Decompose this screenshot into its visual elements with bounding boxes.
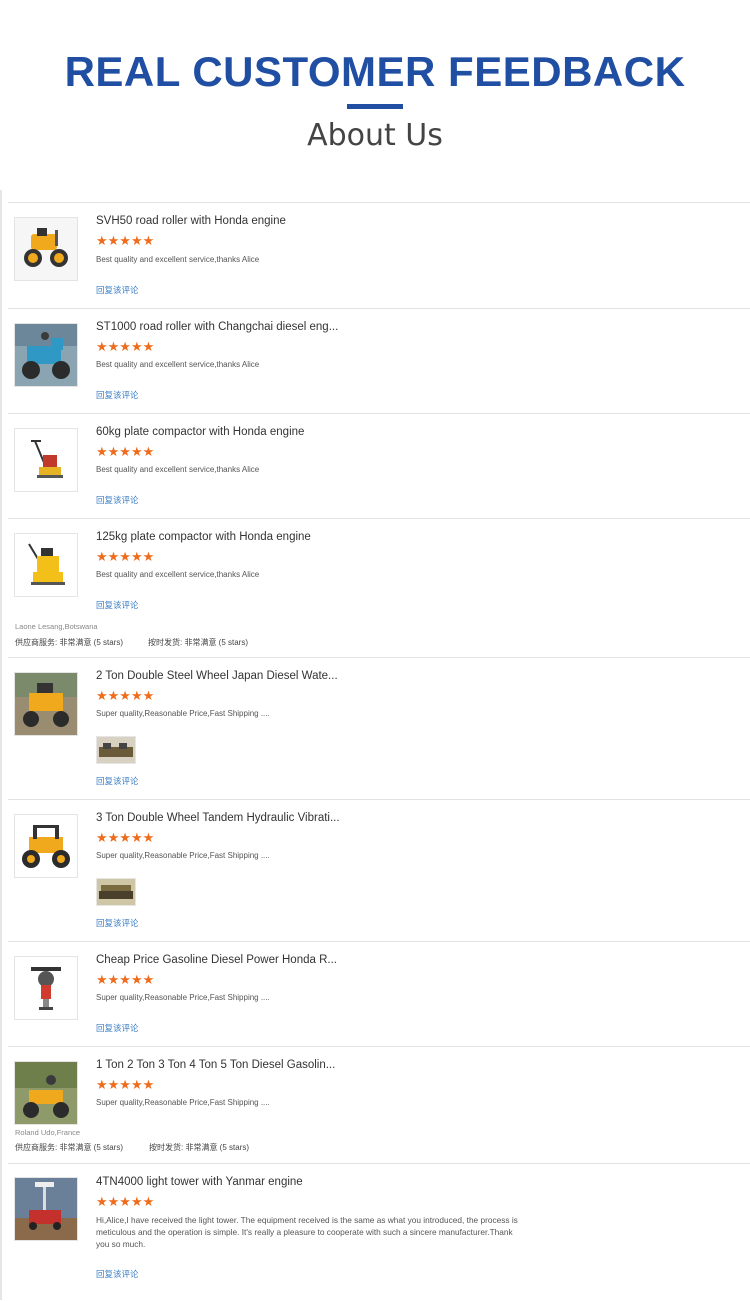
product-thumbnail[interactable] [14,814,78,878]
product-title[interactable]: 60kg plate compactor with Honda engine [96,426,304,438]
review-comment: Super quality,Reasonable Price,Fast Ship… [96,993,270,1002]
road-roller-icon [15,673,77,735]
delivery-rating: 按时发货: 非常满意 (5 stars) [149,1143,250,1152]
delivery-rating: 按时发货: 非常满意 (5 stars) [148,638,249,647]
reply-link[interactable]: 回复该评论 [96,917,139,929]
reviewer-name: Laone Lesang,Botswana [15,622,98,631]
product-title[interactable]: 2 Ton Double Steel Wheel Japan Diesel Wa… [96,670,338,682]
reply-link[interactable]: 回复该评论 [96,389,139,401]
road-roller-icon [97,879,135,905]
rating-stars: ★★★★★ [96,688,155,703]
review-item: 1 Ton 2 Ton 3 Ton 4 Ton 5 Ton Diesel Gas… [8,1046,750,1163]
rating-stars: ★★★★★ [96,339,155,354]
product-title[interactable]: 3 Ton Double Wheel Tandem Hydraulic Vibr… [96,812,340,824]
product-thumbnail[interactable] [14,1061,78,1125]
product-thumbnail[interactable] [14,533,78,597]
review-comment: Best quality and excellent service,thank… [96,255,260,264]
plate-compactor-icon [15,534,77,596]
road-roller-icon [15,815,77,877]
product-thumbnail[interactable] [14,956,78,1020]
supplier-service-rating: 供应商服务: 非常满意 (5 stars) [15,1143,124,1152]
rating-stars: ★★★★★ [96,549,155,564]
product-title[interactable]: SVH50 road roller with Honda engine [96,215,286,227]
left-divider [0,190,2,1300]
review-comment: Super quality,Reasonable Price,Fast Ship… [96,1098,270,1107]
light-tower-icon [15,1178,77,1240]
review-comment: Best quality and excellent service,thank… [96,465,260,474]
page-subtitle: About Us [307,118,443,153]
review-item: ST1000 road roller with Changchai diesel… [8,308,750,414]
review-comment: Super quality,Reasonable Price,Fast Ship… [96,709,270,718]
reply-link[interactable]: 回复该评论 [96,1268,139,1280]
rating-stars: ★★★★★ [96,830,155,845]
title-underline [347,104,403,109]
review-item: Cheap Price Gasoline Diesel Power Honda … [8,941,750,1047]
review-item: 125kg plate compactor with Honda engine … [8,518,750,657]
product-thumbnail[interactable] [14,672,78,736]
road-roller-icon [15,1062,77,1124]
review-item: SVH50 road roller with Honda engine ★★★★… [8,202,750,308]
page-header: REAL CUSTOMER FEEDBACK About Us [0,0,750,190]
product-thumbnail[interactable] [14,428,78,492]
review-comment: Hi,Alice,I have received the light tower… [96,1215,518,1249]
supplier-service-rating: 供应商服务: 非常满意 (5 stars) [15,638,124,647]
reviewer-name: Roland Udo,France [15,1128,81,1137]
review-item: 2 Ton Double Steel Wheel Japan Diesel Wa… [8,657,750,800]
road-roller-icon [15,218,77,280]
reply-link[interactable]: 回复该评论 [96,599,139,611]
review-photo[interactable] [96,878,136,906]
rating-stars: ★★★★★ [96,1194,155,1209]
product-title[interactable]: ST1000 road roller with Changchai diesel… [96,321,338,333]
product-thumbnail[interactable] [14,217,78,281]
review-comment: Super quality,Reasonable Price,Fast Ship… [96,851,270,860]
reply-link[interactable]: 回复该评论 [96,284,139,296]
review-comment: Best quality and excellent service,thank… [96,570,260,579]
product-thumbnail[interactable] [14,1177,78,1241]
product-title[interactable]: 4TN4000 light tower with Yanmar engine [96,1176,303,1188]
rating-stars: ★★★★★ [96,233,155,248]
product-thumbnail[interactable] [14,323,78,387]
reply-link[interactable]: 回复该评论 [96,775,139,787]
product-title[interactable]: 1 Ton 2 Ton 3 Ton 4 Ton 5 Ton Diesel Gas… [96,1059,335,1071]
road-roller-icon [97,737,135,763]
plate-compactor-icon [15,429,77,491]
review-photo[interactable] [96,736,136,764]
rating-stars: ★★★★★ [96,444,155,459]
tamping-rammer-icon [15,957,77,1019]
road-roller-icon [15,324,77,386]
rating-stars: ★★★★★ [96,1077,155,1092]
review-item: 3 Ton Double Wheel Tandem Hydraulic Vibr… [8,799,750,942]
reply-link[interactable]: 回复该评论 [96,494,139,506]
product-title[interactable]: Cheap Price Gasoline Diesel Power Honda … [96,954,337,966]
review-item: 60kg plate compactor with Honda engine ★… [8,413,750,519]
review-comment: Best quality and excellent service,thank… [96,360,260,369]
reply-link[interactable]: 回复该评论 [96,1022,139,1034]
product-title[interactable]: 125kg plate compactor with Honda engine [96,531,311,543]
rating-stars: ★★★★★ [96,972,155,987]
page-title: REAL CUSTOMER FEEDBACK [64,48,686,95]
review-item: 4TN4000 light tower with Yanmar engine ★… [8,1163,750,1301]
